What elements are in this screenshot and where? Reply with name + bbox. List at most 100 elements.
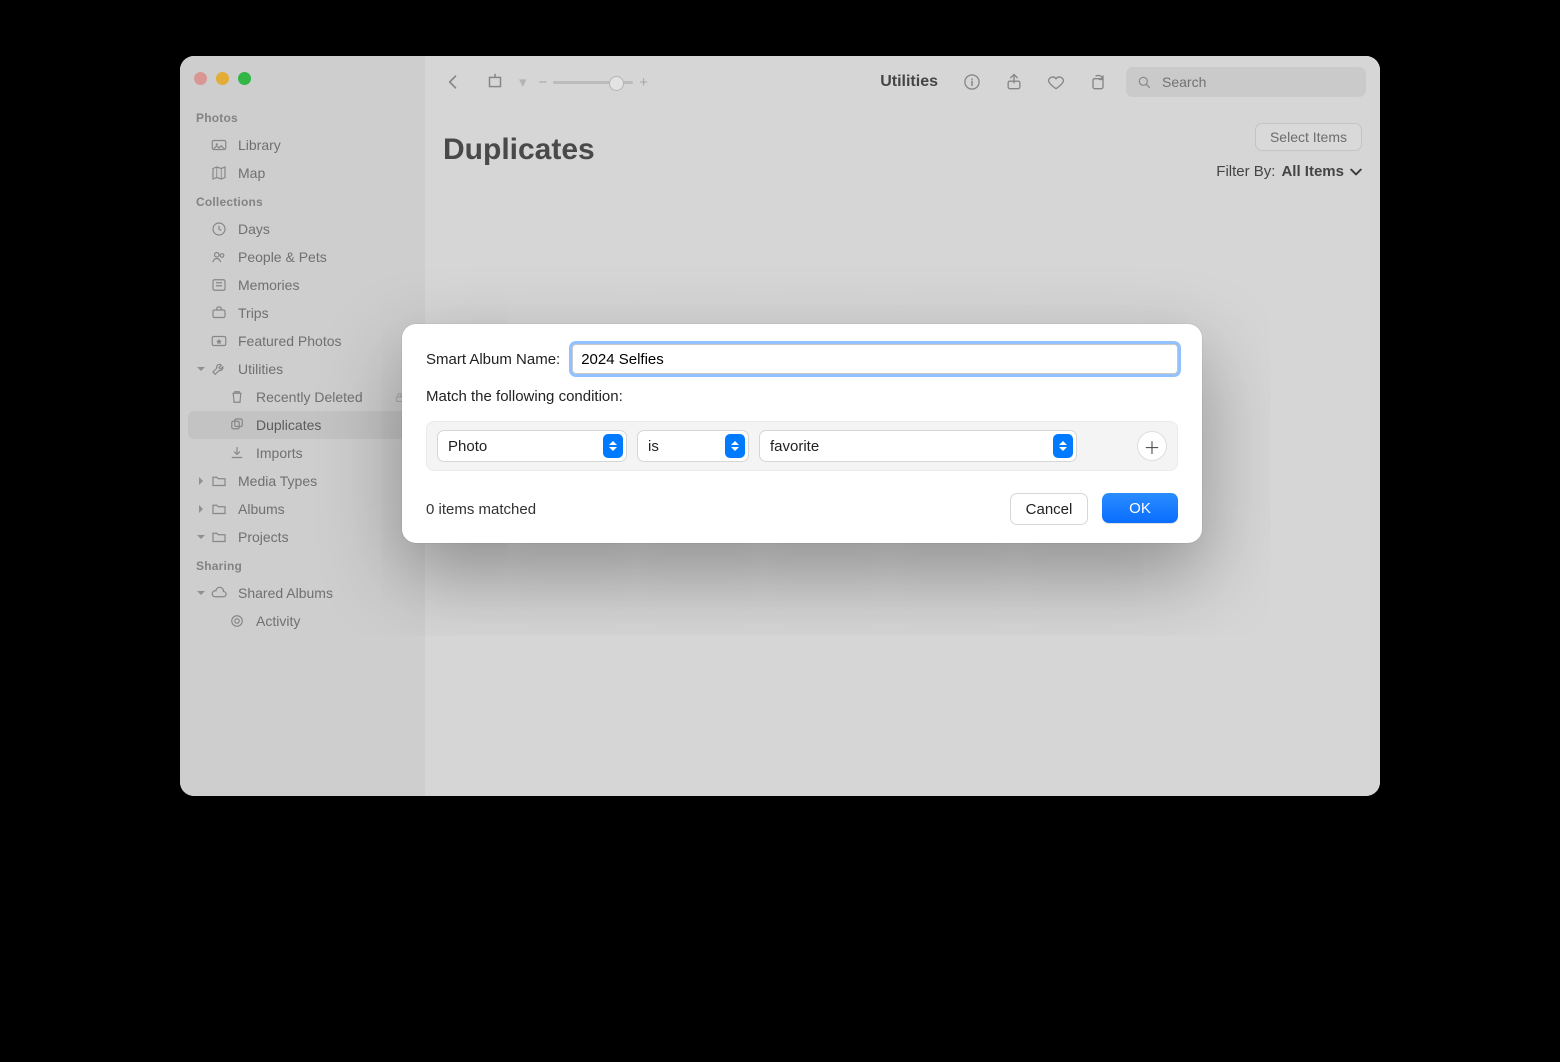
sidebar-item-albums[interactable]: Albums [188,495,416,523]
popup-stepper-icon [603,434,623,458]
sidebar-item-utilities[interactable]: Utilities [188,355,416,383]
items-matched-label: 0 items matched [426,501,536,518]
sidebar-item-imports[interactable]: Imports [188,439,416,467]
sidebar-item-activity[interactable]: Activity [188,607,416,635]
sidebar-section-sharing-header: Sharing [180,551,424,579]
sidebar-item-label: Memories [238,277,299,293]
featured-icon [210,332,228,350]
ok-button[interactable]: OK [1102,493,1178,523]
zoom-slider[interactable]: − + [539,74,649,91]
sidebar-item-label: Utilities [238,361,283,377]
condition-field-popup[interactable]: Photo [437,430,627,462]
smart-album-name-input[interactable] [572,344,1178,374]
duplicates-icon [228,416,246,434]
wrench-icon [210,360,228,378]
search-field[interactable] [1126,67,1366,97]
sidebar-item-projects[interactable]: Projects [188,523,416,551]
map-icon [210,164,228,182]
sidebar-item-label: Days [238,221,270,237]
chevron-down-icon [196,588,206,598]
filter-by-label: Filter By: [1216,163,1275,180]
popup-stepper-icon [725,434,745,458]
toolbar-divider: ▾ [519,73,527,91]
search-input[interactable] [1160,73,1356,91]
toolbar: ▾ − + Utilities [425,56,1380,109]
sidebar-item-library[interactable]: Library [188,131,416,159]
folder-icon [210,500,228,518]
sidebar-item-media-types[interactable]: Media Types [188,467,416,495]
memories-icon [210,276,228,294]
condition-value-value: favorite [770,438,819,455]
chevron-down-icon [196,532,206,542]
sidebar-item-label: People & Pets [238,249,327,265]
search-icon [1136,74,1152,90]
condition-label: Match the following condition: [426,388,1178,405]
page-title: Duplicates [443,133,1352,167]
clock-icon [210,220,228,238]
condition-operator-popup[interactable]: is [637,430,749,462]
suitcase-icon [210,304,228,322]
folder-icon [210,528,228,546]
trash-icon [228,388,246,406]
photos-window: Photos Library Map Collections Days Peop… [180,56,1380,796]
sidebar-item-label: Duplicates [256,417,321,433]
zoom-thumb[interactable] [609,76,624,91]
sidebar-item-label: Shared Albums [238,585,333,601]
chevron-down-icon [1350,166,1362,178]
sidebar-item-featured[interactable]: Featured Photos [188,327,416,355]
sidebar-item-duplicates[interactable]: Duplicates [188,411,416,439]
zoom-out-icon: − [539,74,548,91]
condition-row: Photo is favorite ＋ [426,421,1178,471]
share-button[interactable] [1000,68,1028,96]
zoom-in-icon: + [639,74,648,91]
back-button[interactable] [439,68,467,96]
add-condition-button[interactable]: ＋ [1137,431,1167,461]
cloud-icon [210,584,228,602]
sidebar-item-map[interactable]: Map [188,159,416,187]
photo-library-icon [210,136,228,154]
cancel-button[interactable]: Cancel [1010,493,1088,525]
filter-by-value: All Items [1281,163,1344,180]
toolbar-title: Utilities [880,73,938,91]
sidebar-item-label: Media Types [238,473,317,489]
minimize-window-button[interactable] [216,72,229,85]
sidebar-item-label: Activity [256,613,300,629]
sidebar-item-trips[interactable]: Trips [188,299,416,327]
sidebar-item-recently-deleted[interactable]: Recently Deleted [188,383,416,411]
download-icon [228,444,246,462]
sidebar-item-people-pets[interactable]: People & Pets [188,243,416,271]
sidebar-item-label: Recently Deleted [256,389,363,405]
sidebar-item-shared-albums[interactable]: Shared Albums [188,579,416,607]
sidebar: Photos Library Map Collections Days Peop… [180,56,425,796]
condition-field-value: Photo [448,438,487,455]
sidebar-item-label: Albums [238,501,285,517]
condition-value-popup[interactable]: favorite [759,430,1077,462]
chevron-down-icon [196,364,206,374]
chevron-right-icon [196,476,206,486]
rotate-button[interactable] [1084,68,1112,96]
smart-album-sheet: Smart Album Name: Match the following co… [402,324,1202,543]
zoom-window-button[interactable] [238,72,251,85]
window-controls [180,66,424,103]
select-items-button[interactable]: Select Items [1255,123,1362,151]
close-window-button[interactable] [194,72,207,85]
info-button[interactable] [958,68,986,96]
condition-operator-value: is [648,438,659,455]
sidebar-item-label: Featured Photos [238,333,342,349]
sidebar-section-photos-header: Photos [180,103,424,131]
favorite-button[interactable] [1042,68,1070,96]
zoom-track[interactable] [553,81,633,84]
people-icon [210,248,228,266]
folder-icon [210,472,228,490]
sidebar-item-label: Imports [256,445,303,461]
sidebar-item-days[interactable]: Days [188,215,416,243]
filter-by-control[interactable]: Filter By: All Items [1216,163,1362,180]
sidebar-section-collections-header: Collections [180,187,424,215]
sidebar-item-label: Library [238,137,281,153]
plus-icon: ＋ [1144,434,1161,459]
sidebar-item-memories[interactable]: Memories [188,271,416,299]
smart-album-name-label: Smart Album Name: [426,351,560,368]
chevron-right-icon [196,504,206,514]
aspect-button[interactable] [481,68,509,96]
sidebar-item-label: Map [238,165,265,181]
